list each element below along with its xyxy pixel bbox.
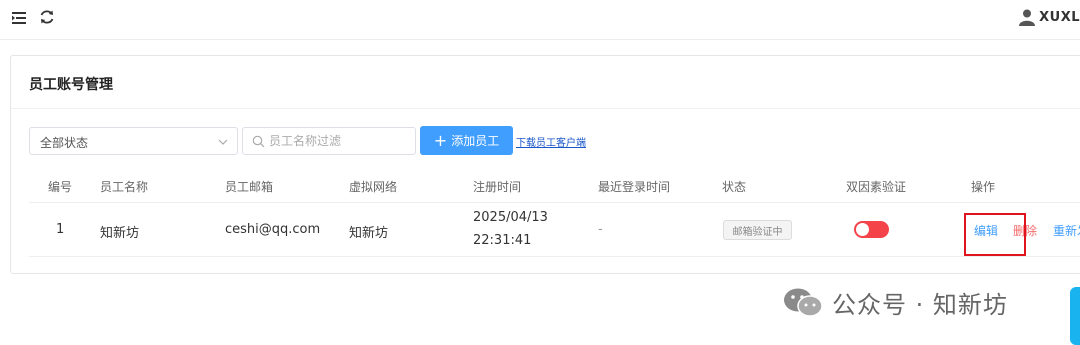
cell-name: 知新坊	[100, 226, 140, 241]
status-filter-value: 全部状态	[40, 136, 89, 150]
header-email: 员工邮箱	[225, 180, 274, 194]
status-badge: 邮箱验证中	[723, 220, 792, 240]
two-factor-toggle[interactable]	[854, 221, 889, 238]
user-avatar-icon	[1019, 9, 1036, 26]
refresh-icon[interactable]	[38, 8, 56, 26]
wechat-icon	[784, 288, 823, 317]
header-name: 员工名称	[100, 180, 149, 194]
header-two-factor: 双因素验证	[846, 180, 907, 194]
header-divider	[29, 202, 1080, 203]
employee-account-card: 员工账号管理 全部状态 + 添加员工 下载员工客户端 编号 员工名称 员工邮箱 …	[10, 55, 1080, 274]
user-menu[interactable]: XUXL	[1018, 6, 1080, 28]
status-filter-select[interactable]: 全部状态	[29, 127, 238, 155]
chevron-down-icon	[218, 139, 228, 145]
cell-reg-date: 2025/04/13	[473, 210, 548, 225]
header-id: 编号	[48, 180, 73, 194]
search-input[interactable]	[269, 131, 409, 151]
add-employee-button[interactable]: + 添加员工	[420, 126, 513, 155]
top-bar: XUXL	[0, 0, 1080, 40]
header-actions: 操作	[971, 180, 996, 194]
cell-id: 1	[56, 222, 65, 237]
cell-last-login: -	[598, 222, 603, 237]
employee-name-search	[242, 127, 416, 155]
title-divider	[11, 108, 1080, 109]
download-client-link[interactable]: 下载员工客户端	[516, 134, 586, 149]
user-name: XUXL	[1039, 9, 1080, 25]
page-title: 员工账号管理	[29, 77, 113, 93]
add-employee-label: 添加员工	[451, 134, 500, 148]
header-status: 状态	[722, 180, 747, 194]
cell-email: ceshi@qq.com	[225, 222, 321, 237]
menu-collapse-icon[interactable]	[10, 9, 28, 27]
resend-button[interactable]: 重新发	[1053, 222, 1080, 239]
header-last-login: 最近登录时间	[598, 180, 671, 194]
header-network: 虚拟网络	[349, 180, 398, 194]
plus-icon: +	[433, 130, 448, 150]
watermark: 公众号 · 知新坊	[782, 285, 1008, 319]
watermark-text: 公众号 · 知新坊	[832, 290, 1008, 319]
edit-highlight-box	[964, 213, 1026, 256]
row-divider	[29, 256, 1080, 257]
cell-reg-time: 22:31:41	[473, 233, 532, 248]
search-icon	[252, 135, 265, 148]
toggle-knob	[856, 223, 869, 236]
cell-network: 知新坊	[349, 226, 389, 241]
side-float-tab[interactable]	[1070, 287, 1080, 345]
header-reg-time: 注册时间	[473, 180, 522, 194]
